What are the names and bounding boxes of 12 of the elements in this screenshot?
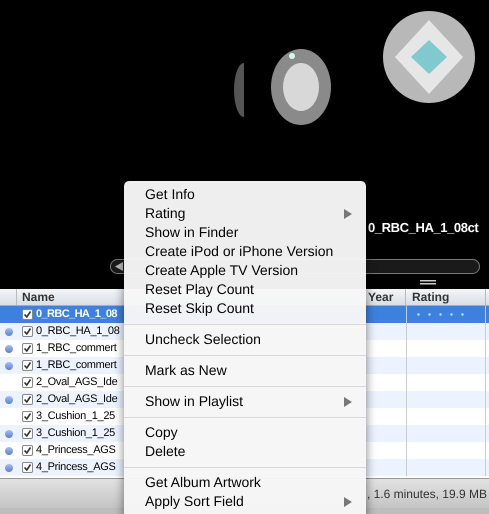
track-name: 3_Cushion_1_25 <box>36 426 115 442</box>
track-name: 3_Cushion_1_25 <box>36 409 115 424</box>
track-name: 1_RBC_commert <box>36 358 116 374</box>
track-name: 0_RBC_HA_1_08 <box>36 324 120 340</box>
track-name: 1_RBC_commert <box>36 341 116 356</box>
track-name: 4_Princess_AGS <box>36 460 116 476</box>
track-name: 0_RBC_HA_1_08 <box>36 307 117 322</box>
status-text: , 1.6 minutes, 19.9 MB <box>366 486 487 502</box>
track-name: 2_Oval_AGS_Ide <box>36 392 118 408</box>
cover-title: 0_RBC_HA_1_08ct <box>368 219 478 237</box>
track-name: 2_Oval_AGS_Ide <box>36 375 118 390</box>
track-name: 4_Princess_AGS <box>36 443 116 458</box>
